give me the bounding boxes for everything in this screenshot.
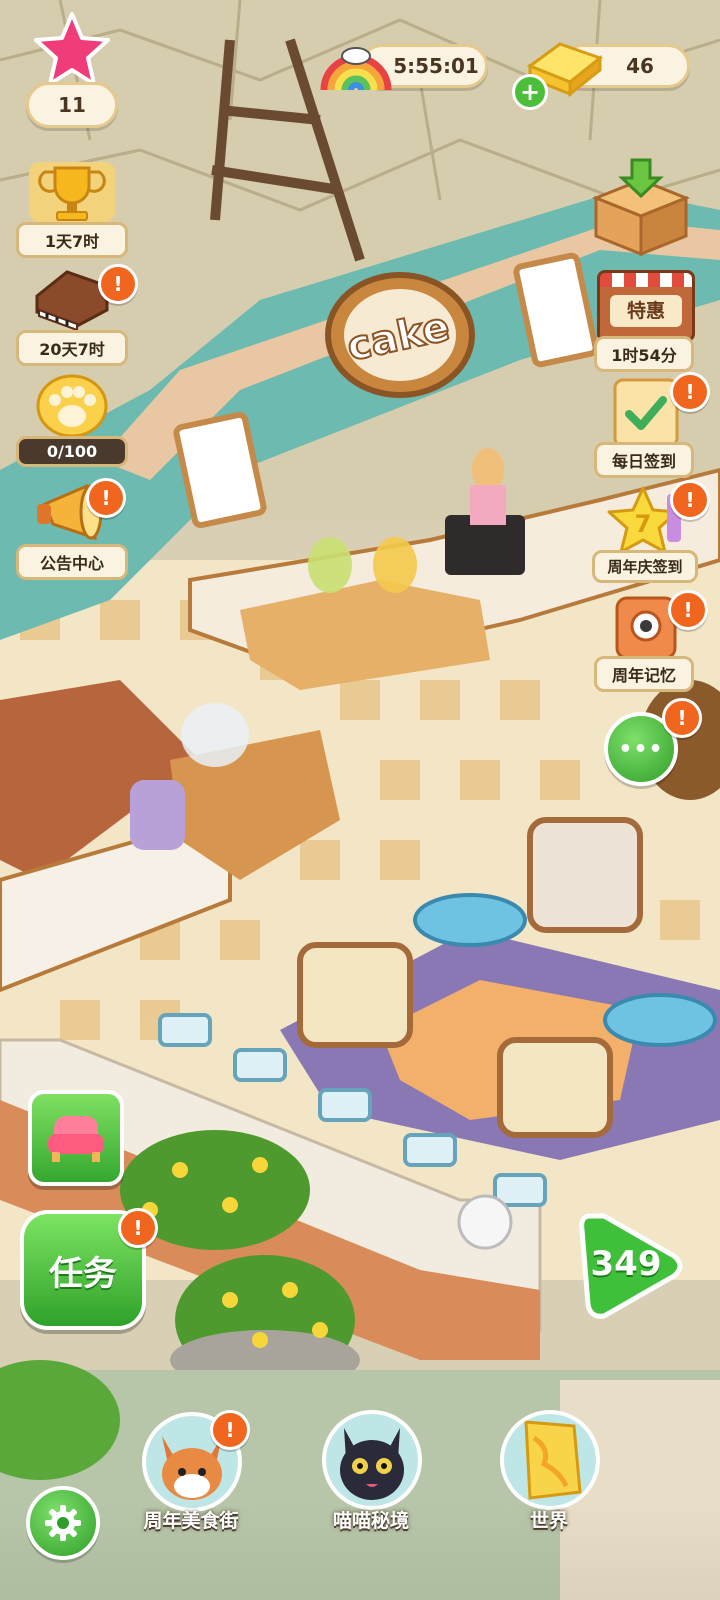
paw-icon [36,374,108,438]
tasks-label: 任务 [49,1253,117,1294]
ellipsis-icon: ••• [618,736,664,762]
settings-button[interactable] [26,1486,100,1560]
paw-progress: 0/100 [16,436,128,467]
add-gold-button[interactable]: + [512,74,548,110]
star-icon [34,12,110,86]
cat-realm-label: 喵喵秘境 [332,1510,409,1532]
special-offer-sign: 特惠 [610,295,682,327]
world-button[interactable]: 世界 [494,1400,604,1540]
gift-box-button[interactable] [588,158,700,258]
cat-realm-button[interactable]: 喵喵秘境 [316,1400,426,1540]
decor-mode-button[interactable] [28,1090,124,1186]
svg-text:7: 7 [635,510,652,538]
daily-checkin-alert-icon: ! [670,372,710,412]
box-icon [591,158,691,257]
armchair-icon [48,1116,104,1162]
tasks-alert-icon: ! [118,1208,158,1248]
anniversary-memory-label: 周年记忆 [594,656,694,692]
food-street-label: 周年美食街 [143,1510,239,1532]
food-street-alert-icon: ! [210,1410,250,1450]
piano-alert-icon: ! [98,264,138,304]
piano-event-button[interactable]: 20天7时 ! [16,264,138,366]
anniversary-checkin-label: 周年庆签到 [592,550,698,583]
rainbow-icon [320,47,392,91]
daily-checkin-label: 每日签到 [594,442,694,478]
star-count: 11 [26,82,118,128]
paw-event-button[interactable]: 0/100 [16,372,128,467]
anniversary-checkin-button[interactable]: 7 周年庆签到 ! [590,480,710,583]
stars-widget[interactable]: 11 [26,10,118,128]
food-street-button[interactable]: ! 周年美食街 [136,1410,250,1540]
more-options-alert-icon: ! [662,698,702,738]
announcement-button[interactable]: 公告中心 ! [16,478,128,580]
piano-event-timer: 20天7时 [16,330,128,366]
anniversary-memory-button[interactable]: 周年记忆 ! [590,590,708,692]
announcement-label: 公告中心 [16,544,128,580]
level-number: 349 [590,1244,662,1284]
trophy-event-timer: 1天7时 [16,222,128,258]
world-label: 世界 [529,1510,568,1532]
black-cat-icon [322,1410,422,1510]
anniversary-checkin-alert-icon: ! [670,480,710,520]
anniversary-memory-alert-icon: ! [668,590,708,630]
shop-icon: 特惠 [597,270,695,342]
play-level-button[interactable]: 349 [570,1206,690,1326]
trophy-event-button[interactable]: 1天7时 [16,158,128,258]
announcement-alert-icon: ! [86,478,126,518]
gear-icon [45,1505,81,1541]
daily-checkin-button[interactable]: 每日签到 ! [590,372,710,478]
trophy-icon [29,162,115,222]
world-map-icon [500,1410,600,1510]
special-offer-button[interactable]: 特惠 1时54分 [590,270,702,372]
special-offer-timer: 1时54分 [594,336,694,372]
